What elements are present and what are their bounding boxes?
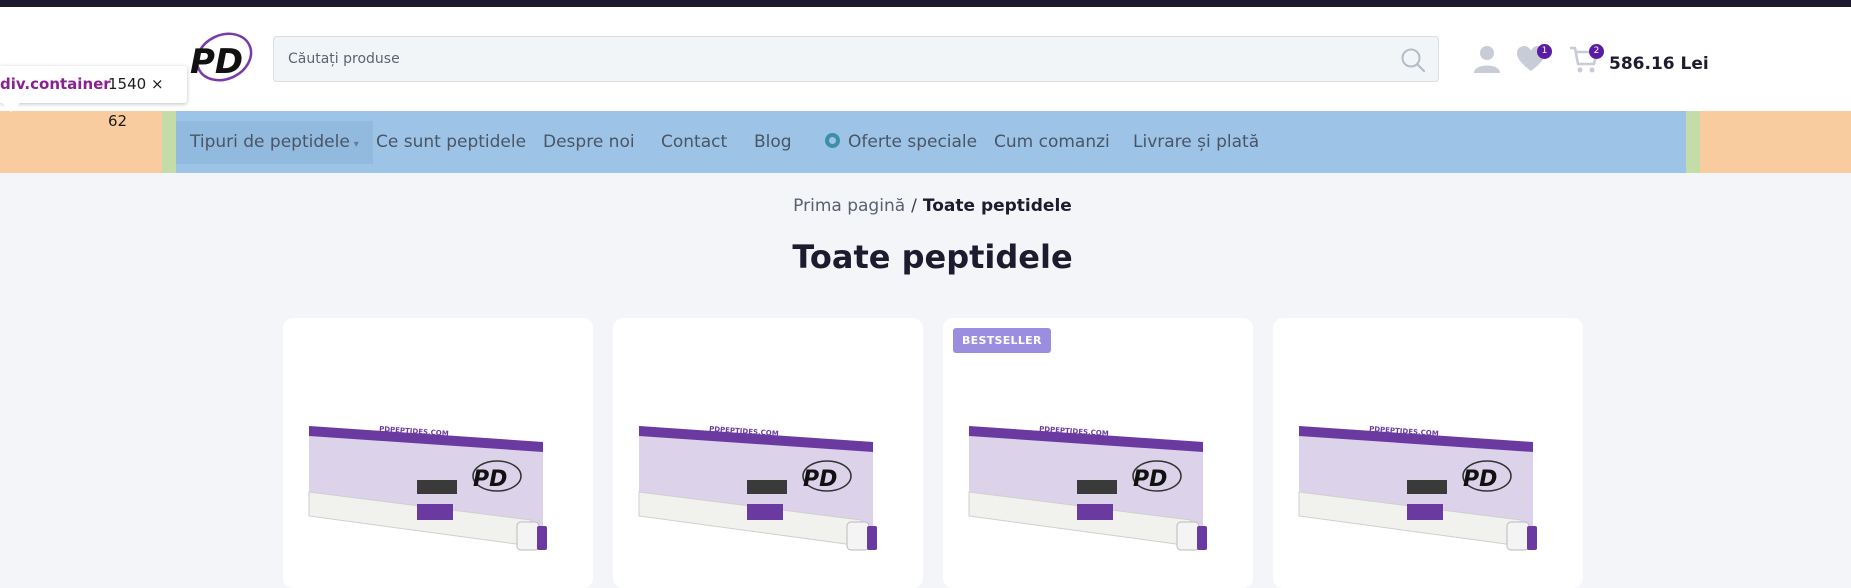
cart-count-badge: 2 [1589, 44, 1604, 59]
svg-text:PD: PD [473, 467, 507, 492]
svg-text:PD: PD [1463, 467, 1497, 492]
product-card[interactable]: PDPEPTIDES.COM PD [613, 318, 923, 588]
product-image[interactable]: PDPEPTIDES.COM PD [637, 406, 899, 566]
nav-item-ce-sunt-peptidele[interactable]: Ce sunt peptidele [376, 111, 526, 173]
nav-item-cum-comanzi[interactable]: Cum comanzi [994, 111, 1110, 173]
search-box [273, 36, 1439, 82]
tooltip-arrow [2, 103, 20, 112]
product-card[interactable]: PDPEPTIDES.COM PD [283, 318, 593, 588]
search-icon[interactable] [1400, 47, 1426, 73]
chevron-down-icon: ▾ [353, 139, 359, 150]
nav-item-contact[interactable]: Contact [661, 111, 727, 173]
top-strip [0, 0, 1851, 7]
breadcrumb-separator: / [911, 196, 917, 216]
tooltip-element-size: 1540 × 62 [108, 75, 164, 130]
svg-text:PD: PD [803, 467, 837, 492]
nav-item-label: Oferte speciale [848, 132, 978, 152]
nav-item-blog[interactable]: Blog [754, 111, 792, 173]
nav-padding-right [1686, 111, 1700, 173]
nav-item-despre-noi[interactable]: Despre noi [543, 111, 635, 173]
svg-text:PD: PD [1133, 467, 1167, 492]
product-card[interactable]: PDPEPTIDES.COM PD [1273, 318, 1583, 588]
logo-icon[interactable]: PD [186, 27, 254, 95]
nav-item-label: Tipuri de peptidele [190, 132, 350, 152]
product-image[interactable]: PDPEPTIDES.COM PD [307, 406, 569, 566]
site-header: PD 1 2 586.16 Lei [0, 7, 1851, 111]
gear-icon [825, 133, 840, 148]
product-card[interactable]: BESTSELLER PDPEPTIDES.COM PD [943, 318, 1253, 588]
product-image[interactable]: PDPEPTIDES.COM PD [967, 406, 1229, 566]
account-icon[interactable] [1471, 43, 1503, 75]
product-image[interactable]: PDPEPTIDES.COM PD [1297, 406, 1559, 566]
cart-total[interactable]: 586.16 Lei [1609, 54, 1709, 74]
breadcrumb-home-link[interactable]: Prima pagină [793, 196, 905, 216]
main-nav: Tipuri de peptidele ▾ Ce sunt peptidele D… [176, 111, 1686, 173]
tooltip-element-name: div.container [0, 75, 111, 93]
search-input[interactable] [288, 37, 1388, 81]
nav-item-livrare-si-plata[interactable]: Livrare și plată [1133, 111, 1259, 173]
wishlist-count-badge: 1 [1537, 44, 1552, 59]
breadcrumb: Prima pagină / Toate peptidele [0, 196, 1851, 216]
breadcrumb-current: Toate peptidele [922, 196, 1072, 216]
devtools-inspect-tooltip: div.container 1540 × 62 [0, 66, 187, 130]
bestseller-badge: BESTSELLER [953, 328, 1051, 353]
main-nav-container: Tipuri de peptidele ▾ Ce sunt peptidele D… [0, 111, 1851, 173]
nav-item-oferte-speciale[interactable]: Oferte speciale [825, 111, 977, 173]
page-title: Toate peptidele [792, 238, 1073, 276]
nav-item-tipuri-de-peptidele[interactable]: Tipuri de peptidele ▾ [176, 121, 373, 164]
logo-text: PD [190, 42, 243, 82]
